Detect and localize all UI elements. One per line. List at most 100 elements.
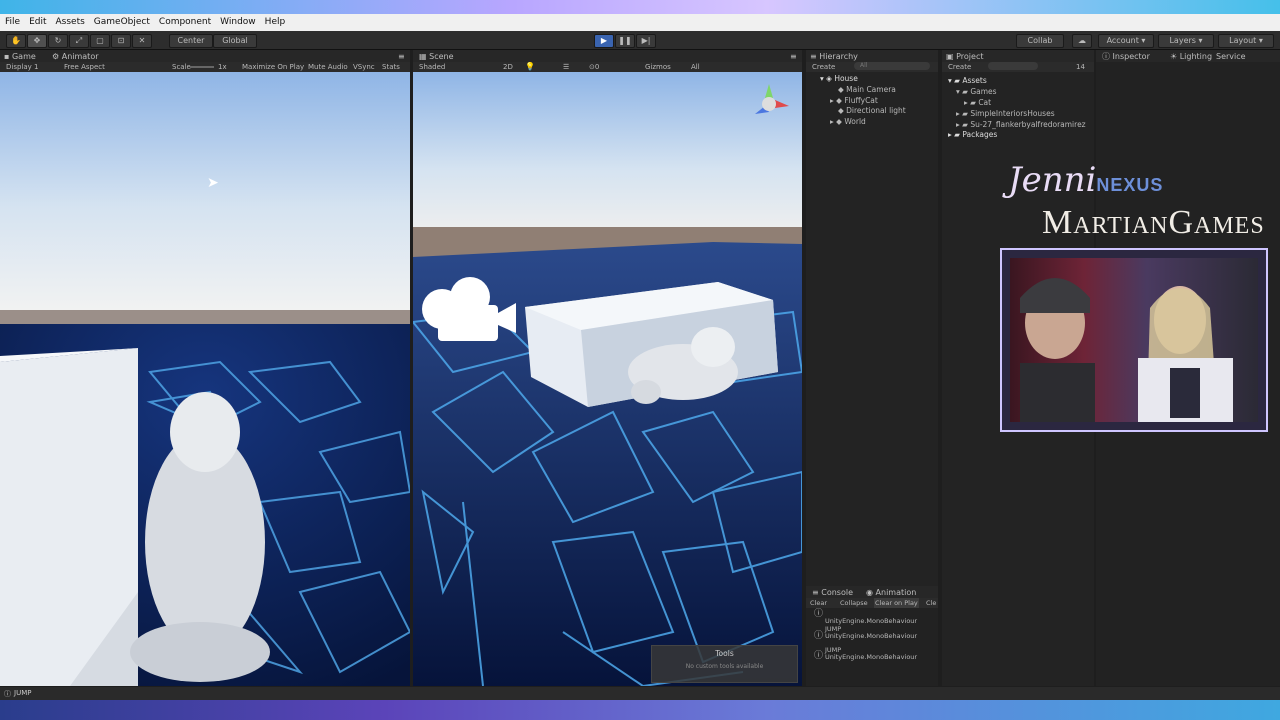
stats-toggle[interactable]: Stats bbox=[382, 63, 400, 71]
hand-icon: ✋ bbox=[11, 36, 21, 45]
space-label: Global bbox=[222, 36, 248, 45]
game-view[interactable]: ➤ bbox=[0, 72, 410, 686]
scene-toolbar: Shaded 2D 💡 ☰ ⊙0 Gizmos All bbox=[413, 62, 802, 72]
scene-view[interactable]: Tools No custom tools available bbox=[413, 72, 802, 686]
scene-orientation-gizmo[interactable] bbox=[749, 84, 789, 124]
project-folder[interactable]: ▸ ▰ SimpleInteriorsHouses bbox=[956, 109, 1055, 118]
project-folder-label: Su-27_flankerbyalfredoramirez bbox=[970, 120, 1086, 129]
layout-label: Layout bbox=[1229, 36, 1257, 45]
layers-dropdown[interactable]: Layers ▾ bbox=[1158, 34, 1214, 48]
cloud-button[interactable]: ☁ bbox=[1072, 34, 1092, 48]
status-message: JUMP bbox=[14, 689, 32, 697]
console-log-entry[interactable]: JUMP UnityEngine.MonoBehaviour bbox=[825, 626, 917, 640]
menu-window[interactable]: Window bbox=[215, 14, 260, 27]
hierarchy-item[interactable]: ◆ Main Camera bbox=[838, 85, 896, 94]
tab-services-label: Service bbox=[1216, 52, 1246, 61]
tab-game-label: Game bbox=[11, 52, 36, 61]
hierarchy-item-label: Directional light bbox=[846, 106, 906, 115]
console-clear-on-play-button[interactable]: Clear on Play bbox=[874, 598, 919, 608]
lighting-toggle-icon[interactable]: 💡 bbox=[525, 62, 535, 71]
menu-gameobject[interactable]: GameObject bbox=[89, 14, 154, 27]
mute-audio-toggle[interactable]: Mute Audio bbox=[308, 63, 348, 71]
scene-panel-header: ▦ Scene ≡ bbox=[413, 50, 802, 62]
log-source: UnityEngine.MonoBehaviour bbox=[825, 617, 918, 625]
scene-root-house[interactable]: ▾ ◈ House bbox=[820, 74, 858, 83]
play-button[interactable]: ▶ bbox=[594, 34, 614, 48]
tab-hierarchy[interactable]: ≡ Hierarchy bbox=[810, 51, 858, 62]
menu-edit[interactable]: Edit bbox=[24, 14, 50, 27]
collab-button[interactable]: Collab bbox=[1016, 34, 1064, 48]
menu-help[interactable]: Help bbox=[260, 14, 290, 27]
rect-tool-button[interactable]: ▢ bbox=[90, 34, 110, 48]
move-tool-button[interactable]: ✥ bbox=[27, 34, 47, 48]
project-folder[interactable]: ▸ ▰ Cat bbox=[964, 98, 991, 107]
project-folder-label: Packages bbox=[962, 130, 998, 139]
project-folder[interactable]: ▸ ▰ Packages bbox=[948, 130, 997, 139]
pivot-global-button[interactable]: Global bbox=[213, 34, 257, 48]
menu-assets[interactable]: Assets bbox=[51, 14, 89, 27]
project-folder[interactable]: ▾ ▰ Assets bbox=[948, 76, 987, 85]
panel-menu-icon[interactable]: ≡ bbox=[398, 51, 405, 62]
account-dropdown[interactable]: Account ▾ bbox=[1098, 34, 1154, 48]
hierarchy-item[interactable]: ◆ Directional light bbox=[838, 106, 906, 115]
transform-icon: ⊡ bbox=[117, 36, 125, 45]
tab-project[interactable]: ▣ Project bbox=[946, 51, 983, 62]
scene-search[interactable]: All bbox=[691, 63, 700, 71]
tab-inspector[interactable]: ⓘ Inspector bbox=[1102, 51, 1150, 62]
menu-component[interactable]: Component bbox=[154, 14, 215, 27]
rotate-tool-button[interactable]: ↻ bbox=[48, 34, 68, 48]
overlay-name-bold: NEXUS bbox=[1096, 175, 1164, 195]
tab-animator[interactable]: ⚙ Animator bbox=[52, 51, 99, 62]
console-log-entry[interactable]: UnityEngine.MonoBehaviour bbox=[825, 611, 917, 625]
maximize-on-play-toggle[interactable]: Maximize On Play bbox=[242, 63, 304, 71]
hierarchy-item[interactable]: ▸ ◆ FluffyCat bbox=[830, 96, 878, 105]
effects-toggle-icon[interactable]: ☰ bbox=[563, 63, 569, 71]
console-clear-on-build-button[interactable]: Cle bbox=[926, 599, 936, 607]
2d-toggle[interactable]: 2D bbox=[503, 63, 513, 71]
console-log-entry[interactable]: JUMP UnityEngine.MonoBehaviour bbox=[825, 647, 917, 661]
project-folder-label: SimpleInteriorsHouses bbox=[970, 109, 1055, 118]
tab-lighting[interactable]: ☀ Lighting bbox=[1170, 51, 1212, 62]
tab-services[interactable]: Service bbox=[1216, 51, 1246, 62]
hierarchy-search[interactable]: All bbox=[854, 62, 930, 70]
console-header: ≡ Console ◉ Animation bbox=[806, 586, 938, 598]
hierarchy-create-button[interactable]: Create bbox=[812, 63, 835, 71]
vsync-toggle[interactable]: VSync bbox=[353, 63, 375, 71]
project-folder-label: Games bbox=[970, 87, 997, 96]
tab-lighting-label: Lighting bbox=[1179, 52, 1213, 61]
console-collapse-button[interactable]: Collapse bbox=[840, 599, 868, 607]
stream-bottom-band bbox=[0, 700, 1280, 720]
layout-dropdown[interactable]: Layout ▾ bbox=[1218, 34, 1274, 48]
play-icon: ▶ bbox=[600, 36, 608, 45]
scale-slider[interactable] bbox=[190, 66, 214, 68]
tab-console[interactable]: ≡ Console bbox=[812, 587, 853, 598]
camera-gizmo-icon[interactable] bbox=[418, 277, 516, 341]
step-button[interactable]: ▶| bbox=[636, 34, 656, 48]
scale-label: Scale bbox=[172, 63, 191, 71]
display-dropdown[interactable]: Display 1 bbox=[6, 63, 38, 71]
project-search[interactable] bbox=[988, 62, 1038, 70]
custom-tool-button[interactable]: ✕ bbox=[132, 34, 152, 48]
scene-menu-icon[interactable]: ≡ bbox=[790, 51, 797, 62]
scale-tool-button[interactable]: ⤢ bbox=[69, 34, 89, 48]
pivot-center-button[interactable]: Center bbox=[169, 34, 213, 48]
transform-tool-button[interactable]: ⊡ bbox=[111, 34, 131, 48]
tab-animation[interactable]: ◉ Animation bbox=[866, 587, 916, 598]
move-icon: ✥ bbox=[33, 36, 41, 45]
project-folder[interactable]: ▾ ▰ Games bbox=[956, 87, 997, 96]
aspect-dropdown[interactable]: Free Aspect bbox=[64, 63, 105, 71]
menu-bar: File Edit Assets GameObject Component Window H… bbox=[0, 14, 1280, 31]
tab-game[interactable]: ▪ Game bbox=[4, 51, 36, 62]
shading-dropdown[interactable]: Shaded bbox=[419, 63, 445, 71]
account-label: Account bbox=[1106, 36, 1139, 45]
camera-toggle-icon[interactable]: ⊙0 bbox=[589, 63, 599, 71]
scale-icon: ⤢ bbox=[75, 36, 83, 45]
project-folder[interactable]: ▸ ▰ Su-27_flankerbyalfredoramirez bbox=[956, 120, 1086, 129]
gizmos-dropdown[interactable]: Gizmos bbox=[645, 63, 671, 71]
tab-scene[interactable]: ▦ Scene bbox=[419, 51, 454, 62]
hand-tool-button[interactable]: ✋ bbox=[6, 34, 26, 48]
hierarchy-item[interactable]: ▸ ◆ World bbox=[830, 117, 866, 126]
project-create-button[interactable]: Create bbox=[948, 63, 971, 71]
pause-button[interactable]: ❚❚ bbox=[615, 34, 635, 48]
menu-file[interactable]: File bbox=[0, 14, 24, 27]
